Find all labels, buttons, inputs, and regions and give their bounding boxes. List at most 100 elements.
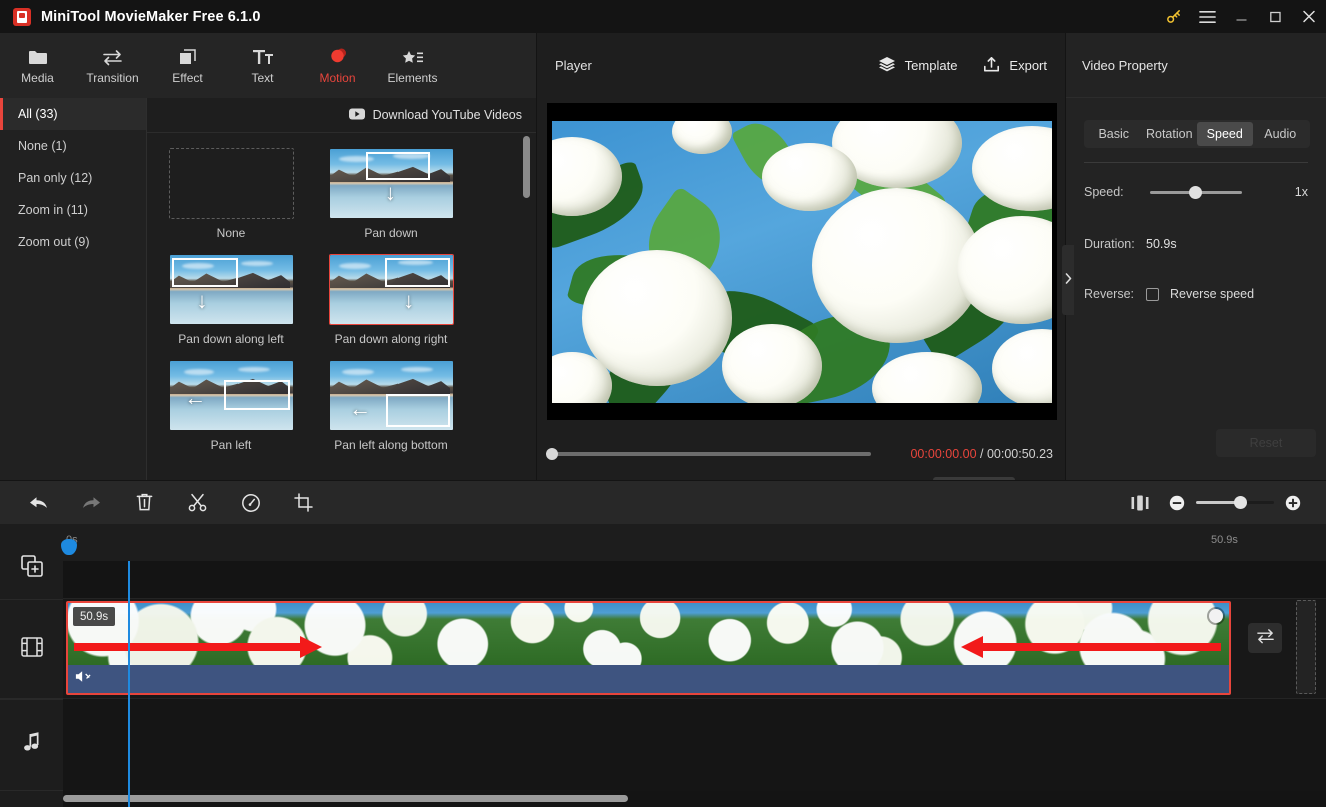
empty-clip-slot[interactable] (1296, 600, 1316, 694)
close-button[interactable] (1292, 0, 1326, 33)
menu-icon[interactable] (1190, 0, 1224, 33)
annotation-arrow-right (981, 643, 1221, 651)
export-button[interactable]: Export (983, 56, 1047, 76)
motion-effect-cell[interactable]: ← Pan left (161, 360, 301, 452)
timeline-body: 50.9s (63, 561, 1326, 807)
timeline-row-top[interactable] (63, 561, 1326, 599)
speed-knob[interactable] (1188, 185, 1202, 199)
clip-trim-handle[interactable] (1209, 609, 1223, 623)
tab-label: Audio (1264, 127, 1297, 141)
zoom-slider-knob[interactable] (1234, 496, 1247, 509)
fit-timeline-icon[interactable] (1120, 481, 1160, 525)
template-button[interactable]: Template (878, 56, 958, 75)
time-separator: / (976, 447, 987, 461)
timeline-horizontal-scrollbar[interactable] (63, 795, 1326, 802)
scrollbar-thumb[interactable] (523, 136, 530, 198)
video-preview[interactable] (552, 120, 1052, 403)
audio-track-header[interactable] (0, 699, 63, 791)
sidebar-item-all[interactable]: All (33) (0, 98, 146, 130)
timeline-zoom-slider[interactable] (1196, 496, 1274, 509)
player-header: Player Template Export (537, 33, 1065, 98)
export-upload-icon (983, 56, 1000, 76)
property-panel-collapse-handle[interactable] (1062, 245, 1074, 315)
tab-speed[interactable]: Speed (1197, 122, 1253, 146)
timeline-zoom-group (1120, 481, 1326, 525)
video-clip[interactable]: 50.9s (66, 601, 1231, 695)
speed-label: Speed: (1084, 185, 1124, 199)
cat-label: Zoom in (11) (18, 203, 88, 217)
zoom-in-icon[interactable] (1276, 481, 1310, 525)
motion-effect-label: Pan left along bottom (334, 438, 448, 452)
motion-panel-scrollbar[interactable] (523, 136, 530, 436)
motion-effect-cell[interactable]: ↓ Pan down along right (321, 254, 461, 346)
tab-audio[interactable]: Audio (1253, 122, 1309, 146)
timeline-ruler[interactable]: 0s 50.9s (63, 524, 1326, 561)
sidebar-item-pan-only[interactable]: Pan only (12) (0, 162, 146, 194)
video-property-panel: Video Property Basic Rotation Speed Audi… (1066, 33, 1326, 480)
scrollbar-thumb[interactable] (63, 795, 628, 802)
maximize-button[interactable] (1258, 0, 1292, 33)
elements-star-icon (402, 46, 424, 66)
motion-grid-scroll-area[interactable]: None ↓ Pan down ↓ Pan down along left ↓ … (147, 133, 536, 480)
download-youtube-videos-button[interactable]: Download YouTube Videos (348, 108, 522, 123)
split-button[interactable] (171, 481, 224, 525)
add-media-icon[interactable] (20, 554, 44, 578)
sidebar-item-zoom-in[interactable]: Zoom in (11) (0, 194, 146, 226)
crop-button[interactable] (277, 481, 330, 525)
template-label: Template (904, 58, 958, 73)
timeline-audio-row[interactable] (63, 699, 1326, 791)
undo-button[interactable] (12, 481, 65, 525)
nav-item-transition[interactable]: Transition (75, 33, 150, 98)
property-tabs: Basic Rotation Speed Audio (1084, 120, 1310, 148)
motion-thumb-none (168, 148, 294, 219)
minimize-button[interactable] (1224, 0, 1258, 33)
motion-effect-cell[interactable]: None (161, 148, 301, 240)
transition-arrows-icon (1256, 628, 1275, 649)
nav-item-text[interactable]: Text (225, 33, 300, 98)
total-time: 00:00:50.23 (986, 447, 1053, 461)
speed-button[interactable] (224, 481, 277, 525)
progress-knob[interactable] (546, 448, 558, 460)
window-controls (1156, 0, 1326, 33)
mute-icon[interactable] (75, 669, 92, 689)
video-track-header[interactable] (0, 599, 63, 699)
reverse-row: Reverse: Reverse speed (1066, 281, 1326, 307)
zoom-out-icon[interactable] (1160, 481, 1194, 525)
cat-label: All (33) (18, 107, 58, 121)
nav-item-media[interactable]: Media (0, 33, 75, 98)
motion-effect-cell[interactable]: ↓ Pan down along left (161, 254, 301, 346)
redo-button[interactable] (65, 481, 118, 525)
nav-label: Motion (319, 71, 356, 85)
tab-rotation[interactable]: Rotation (1142, 122, 1198, 146)
motion-category-list: All (33) None (1) Pan only (12) Zoom in … (0, 98, 147, 480)
cat-label: None (1) (18, 139, 67, 153)
motion-effect-cell[interactable]: ↓ Pan down (321, 148, 461, 240)
duration-label: Duration: (1084, 237, 1135, 251)
property-divider (1084, 162, 1308, 163)
motion-effect-label: Pan down along left (178, 332, 284, 346)
player-progress-row: 00:00:00.00 / 00:00:50.23 (546, 446, 1053, 462)
motion-thumb-pan-down-along-left: ↓ (169, 254, 294, 325)
motion-effect-label: Pan down along right (334, 332, 448, 346)
tab-basic[interactable]: Basic (1086, 122, 1142, 146)
reverse-speed-checkbox[interactable] (1146, 287, 1159, 301)
player-progress-slider[interactable] (546, 448, 871, 460)
motion-thumb-pan-down-along-right: ↓ (328, 254, 454, 325)
motion-effect-cell[interactable]: ← Pan left along bottom (321, 360, 461, 452)
nav-item-effect[interactable]: Effect (150, 33, 225, 98)
sidebar-item-none[interactable]: None (1) (0, 130, 146, 162)
nav-item-motion[interactable]: Motion (300, 33, 375, 98)
download-youtube-label: Download YouTube Videos (372, 108, 522, 122)
reverse-speed-label: Reverse speed (1170, 287, 1255, 301)
playhead-line[interactable] (128, 561, 130, 807)
delete-button[interactable] (118, 481, 171, 525)
clip-audio-band (68, 665, 1229, 693)
key-icon[interactable] (1156, 0, 1190, 33)
film-strip-icon (20, 636, 43, 663)
sidebar-item-zoom-out[interactable]: Zoom out (9) (0, 226, 146, 258)
speed-slider[interactable] (1150, 185, 1242, 199)
nav-item-elements[interactable]: Elements (375, 33, 450, 98)
speed-row: Speed: 1x (1066, 179, 1326, 205)
add-transition-button[interactable] (1248, 623, 1282, 653)
reset-button[interactable]: Reset (1216, 429, 1316, 457)
